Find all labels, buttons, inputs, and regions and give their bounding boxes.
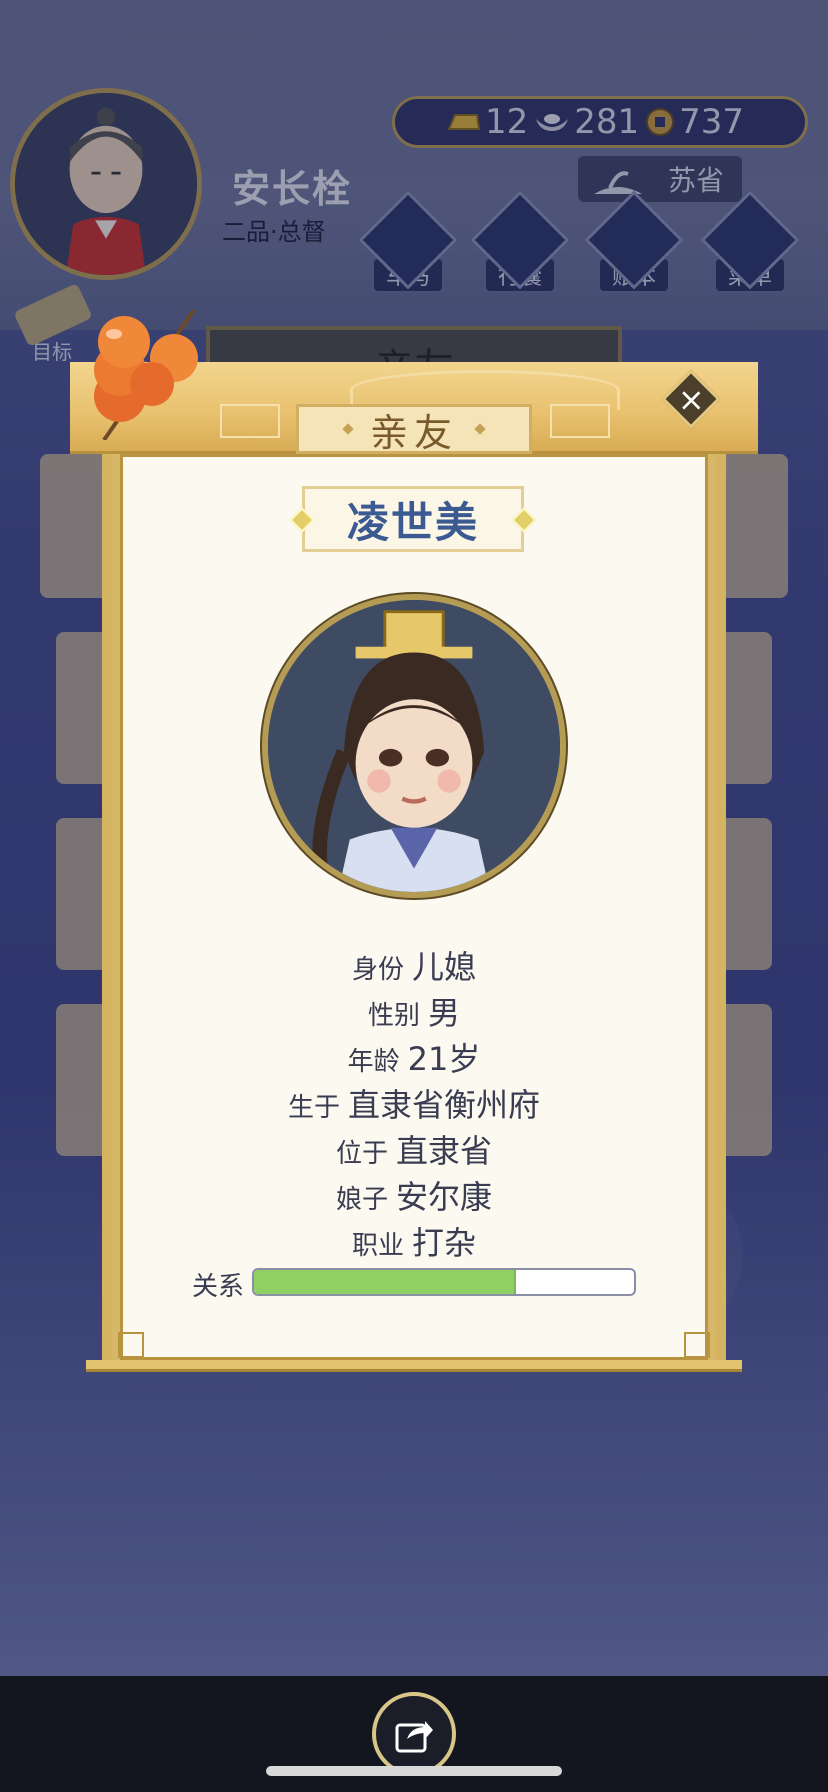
title-ornament — [474, 423, 486, 435]
field-key: 生于 — [287, 1093, 340, 1123]
relation-label: 关系 — [192, 1272, 245, 1302]
modal-bottom-edge — [86, 1360, 742, 1372]
field-key: 职业 — [351, 1231, 404, 1261]
field-value: 男 — [428, 994, 461, 1032]
info-row-occupation: 职业 打杂 — [120, 1218, 708, 1264]
share-button[interactable] — [372, 1692, 456, 1776]
field-value: 21岁 — [407, 1040, 481, 1078]
field-key: 娘子 — [335, 1185, 388, 1215]
candied-haws-icon — [94, 308, 198, 440]
info-row-gender: 性别男 — [120, 988, 708, 1034]
modal-title: 亲友 — [296, 404, 532, 455]
field-value: 直隶省 — [396, 1132, 493, 1170]
field-key: 年龄 — [347, 1047, 400, 1077]
relative-portrait — [262, 594, 566, 898]
share-icon — [395, 1721, 433, 1753]
field-value: 安尔康 — [396, 1178, 493, 1216]
header-ornament — [550, 404, 610, 438]
info-row-spouse: 娘子 安尔康 — [120, 1172, 708, 1218]
relative-name-plate: 凌世美 — [289, 486, 537, 552]
info-row-birthplace: 生于 直隶省衡州府 — [120, 1080, 708, 1126]
home-indicator — [266, 1766, 562, 1776]
relative-portrait-icon — [268, 600, 560, 892]
modal-title-text: 亲友 — [369, 410, 458, 455]
field-value: 打杂 — [412, 1224, 477, 1262]
field-value: 直隶省衡州府 — [348, 1086, 541, 1124]
relation-bar-fill — [254, 1270, 517, 1294]
field-value: 儿媳 — [412, 948, 477, 986]
info-row-location: 位于 直隶省 — [120, 1126, 708, 1172]
frame-corner — [684, 1332, 710, 1358]
relative-name: 凌世美 — [346, 497, 479, 547]
title-ornament — [342, 423, 354, 435]
relation-bar — [252, 1268, 636, 1296]
field-key: 性别 — [367, 1001, 420, 1031]
close-icon: × — [677, 380, 705, 418]
field-key: 位于 — [335, 1139, 388, 1169]
info-row-age: 年龄 21岁 — [120, 1034, 708, 1080]
info-row-identity: 身份 儿媳 — [120, 942, 708, 988]
frame-corner — [118, 1332, 144, 1358]
field-key: 身份 — [351, 955, 404, 985]
